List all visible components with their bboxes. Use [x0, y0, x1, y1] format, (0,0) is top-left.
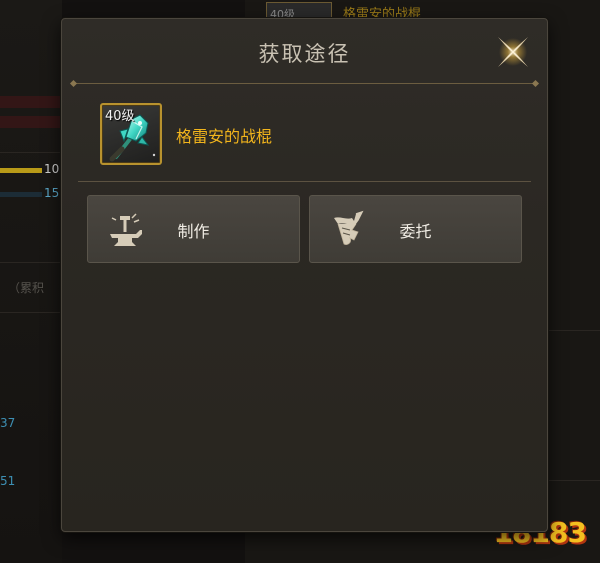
- craft-button[interactable]: 制作: [87, 195, 300, 263]
- item-name: 格雷安的战棍: [176, 127, 273, 146]
- dialog-title: 获取途径: [258, 42, 351, 66]
- acquisition-dialog: 获取途径 40级 格雷安的战棍 制作 委托: [61, 18, 548, 532]
- bg-bar: [0, 192, 42, 197]
- bg-number: 51: [0, 474, 16, 488]
- title-divider: [74, 83, 535, 84]
- bg-note: （累积: [8, 281, 45, 295]
- bg-divider: [0, 152, 62, 153]
- close-button[interactable]: [492, 31, 534, 73]
- close-icon: [498, 37, 528, 67]
- bg-divider: [0, 262, 62, 263]
- bg-divider: [0, 312, 62, 313]
- craft-label: 制作: [177, 222, 210, 241]
- section-divider: [78, 181, 531, 182]
- commission-button[interactable]: 委托: [309, 195, 522, 263]
- bg-bar: [0, 168, 42, 173]
- bg-divider: [548, 480, 600, 481]
- bg-number: 37: [0, 416, 16, 430]
- bg-divider: [548, 330, 600, 331]
- item-slot[interactable]: 40级: [100, 103, 162, 165]
- bg-value: 10: [44, 162, 60, 176]
- bg-red-text: [0, 96, 60, 108]
- bg-value: 15: [44, 186, 60, 200]
- item-level-badge: 40级: [105, 109, 135, 124]
- bg-red-text: [0, 116, 60, 128]
- commission-label: 委托: [399, 222, 432, 241]
